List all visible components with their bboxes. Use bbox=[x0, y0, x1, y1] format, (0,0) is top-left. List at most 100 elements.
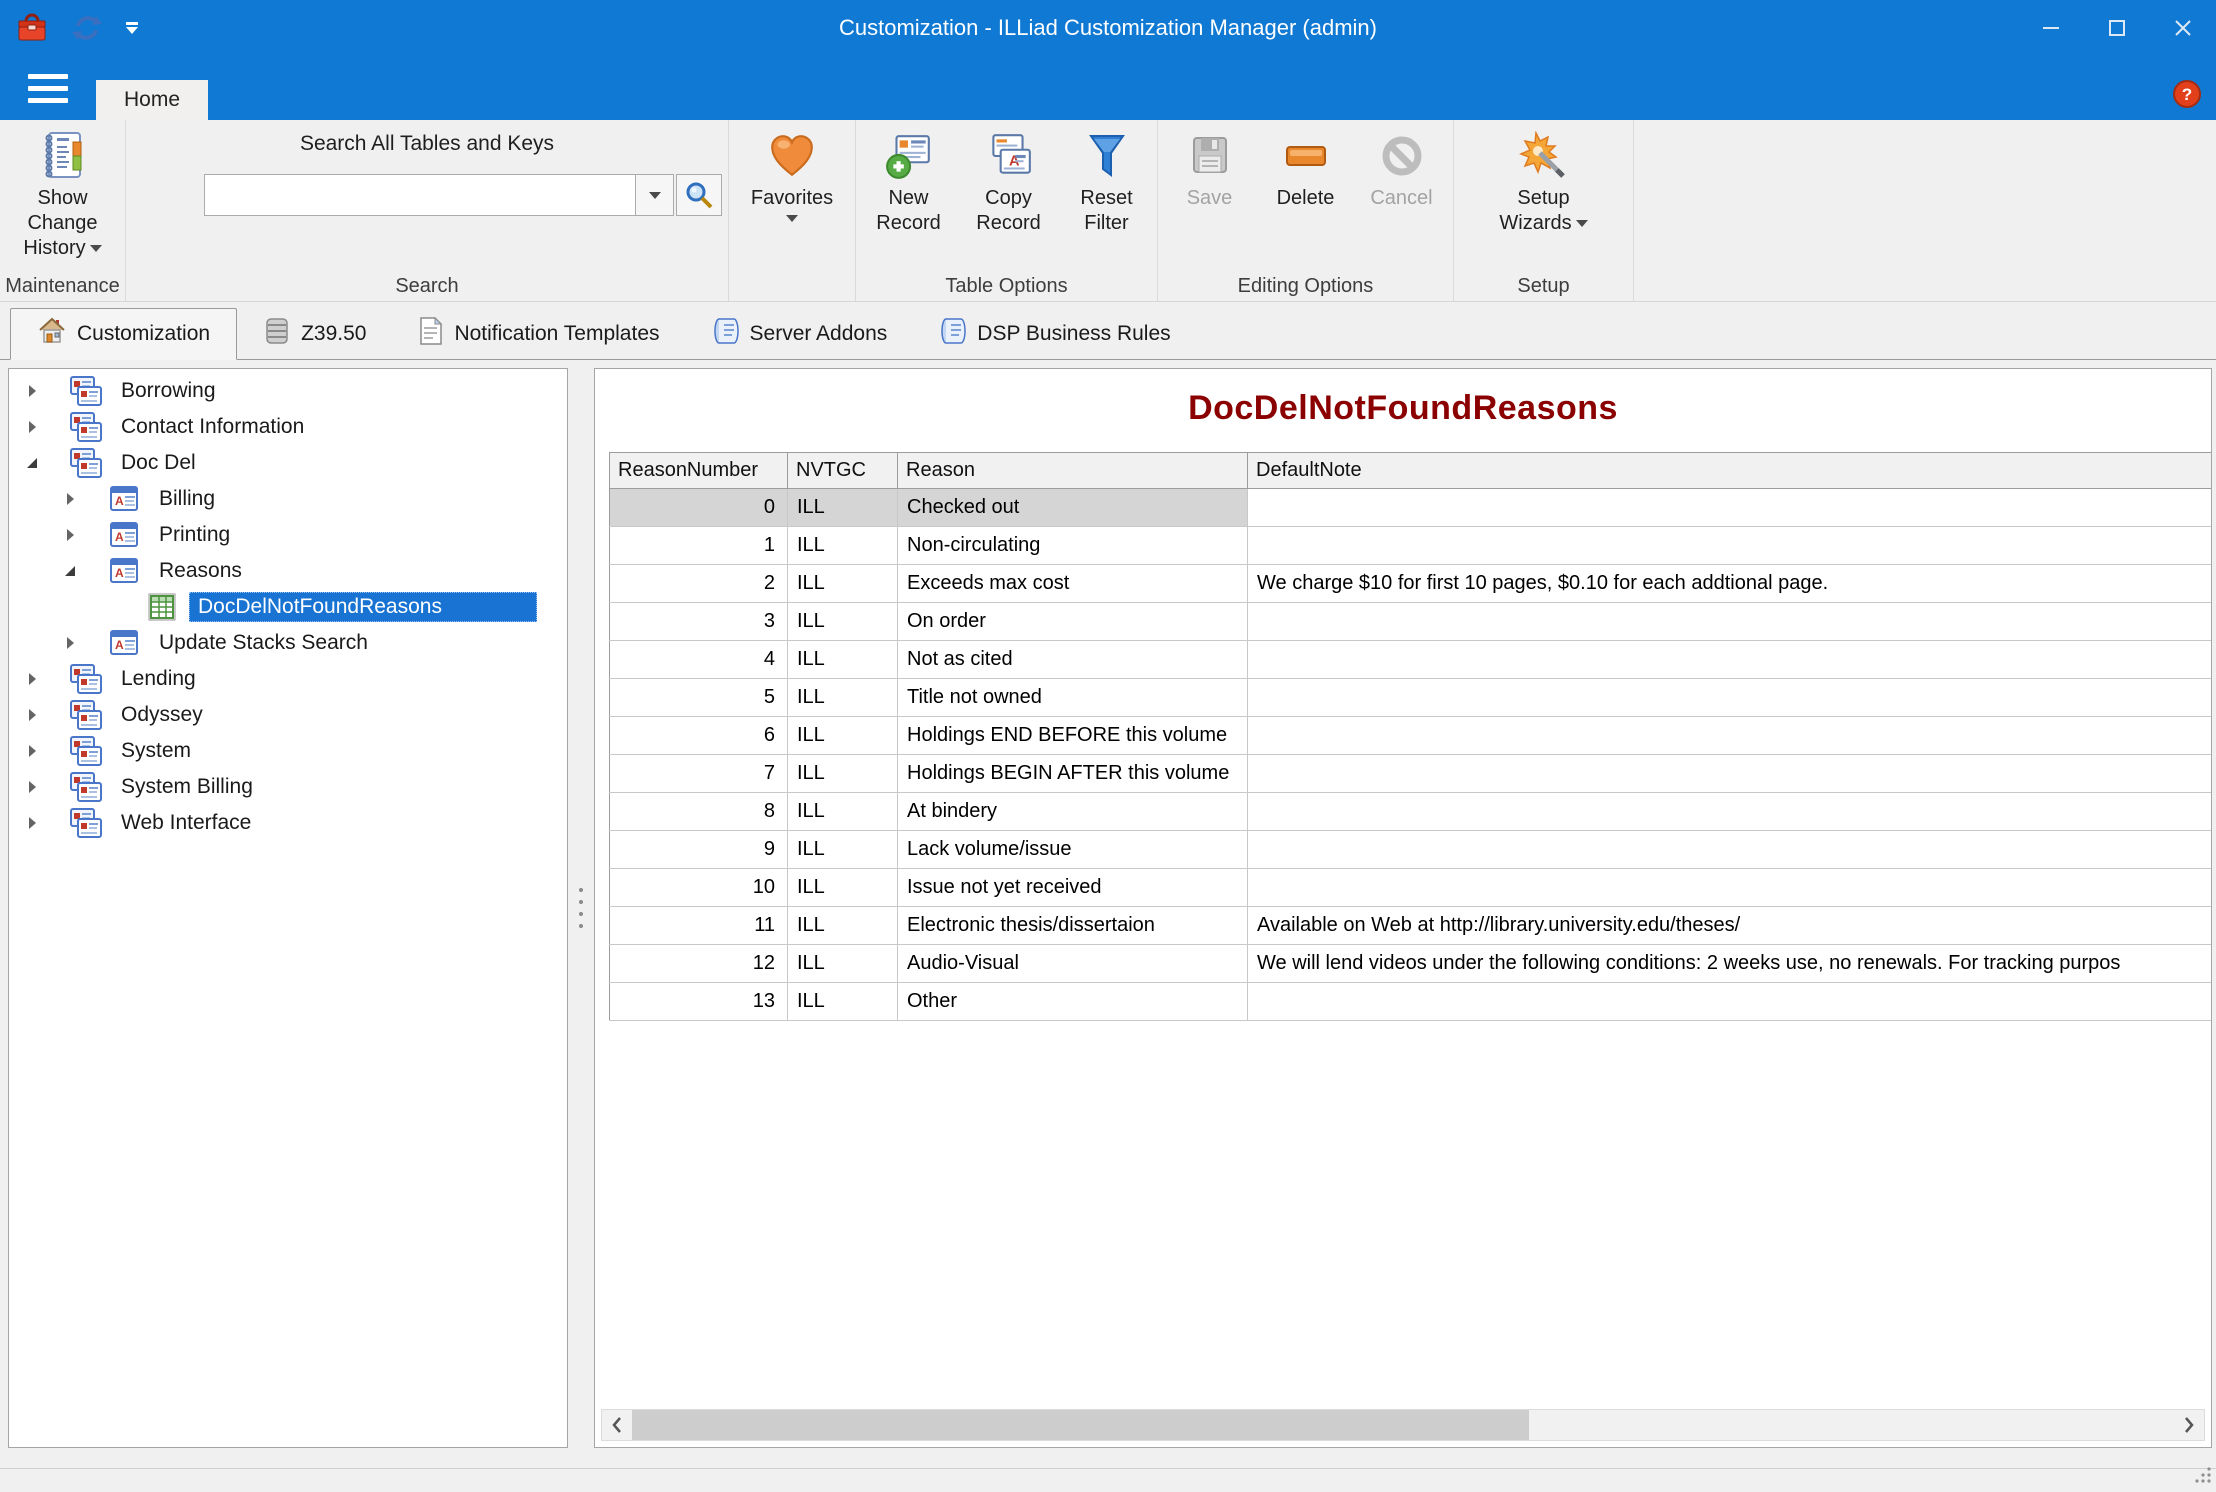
table-row[interactable]: 13ILLOther bbox=[610, 983, 2212, 1021]
tree-item-doc-del[interactable]: Doc Del bbox=[9, 445, 567, 481]
cell-reasonnumber[interactable]: 1 bbox=[610, 527, 788, 565]
cell-defaultnote[interactable] bbox=[1248, 831, 2212, 869]
collapsed-icon[interactable] bbox=[59, 524, 81, 546]
tab-home[interactable]: Home bbox=[96, 80, 208, 120]
cell-defaultnote[interactable] bbox=[1248, 717, 2212, 755]
tree-item-billing[interactable]: ABilling bbox=[9, 481, 567, 517]
cell-reasonnumber[interactable]: 4 bbox=[610, 641, 788, 679]
new-record-button[interactable]: New Record bbox=[859, 126, 959, 236]
cell-defaultnote[interactable] bbox=[1248, 755, 2212, 793]
menu-icon[interactable] bbox=[0, 56, 96, 120]
cell-reasonnumber[interactable]: 2 bbox=[610, 565, 788, 603]
collapsed-icon[interactable] bbox=[21, 740, 43, 762]
table-row[interactable]: 3ILLOn order bbox=[610, 603, 2212, 641]
cell-reason[interactable]: Audio-Visual bbox=[898, 945, 1248, 983]
search-dropdown-icon[interactable] bbox=[636, 174, 674, 216]
tree-item-system[interactable]: System bbox=[9, 733, 567, 769]
cell-reasonnumber[interactable]: 11 bbox=[610, 907, 788, 945]
cell-nvtgc[interactable]: ILL bbox=[788, 641, 898, 679]
cell-defaultnote[interactable] bbox=[1248, 793, 2212, 831]
tab-dsp-business-rules[interactable]: DSP Business Rules bbox=[913, 309, 1196, 359]
pane-splitter[interactable] bbox=[568, 368, 594, 1448]
cell-reasonnumber[interactable]: 5 bbox=[610, 679, 788, 717]
favorites-button[interactable]: Favorites bbox=[732, 126, 852, 222]
cell-defaultnote[interactable] bbox=[1248, 641, 2212, 679]
tree-item-contact-information[interactable]: Contact Information bbox=[9, 409, 567, 445]
cell-defaultnote[interactable] bbox=[1248, 603, 2212, 641]
cell-reason[interactable]: Not as cited bbox=[898, 641, 1248, 679]
cell-defaultnote[interactable]: We will lend videos under the following … bbox=[1248, 945, 2212, 983]
cell-nvtgc[interactable]: ILL bbox=[788, 527, 898, 565]
tree-item-borrowing[interactable]: Borrowing bbox=[9, 373, 567, 409]
cell-nvtgc[interactable]: ILL bbox=[788, 565, 898, 603]
cell-reasonnumber[interactable]: 7 bbox=[610, 755, 788, 793]
cell-reasonnumber[interactable]: 8 bbox=[610, 793, 788, 831]
table-row[interactable]: 6ILLHoldings END BEFORE this volume bbox=[610, 717, 2212, 755]
resize-grip-icon[interactable] bbox=[2194, 1466, 2212, 1489]
tab-notification-templates[interactable]: Notification Templates bbox=[392, 309, 685, 359]
collapsed-icon[interactable] bbox=[21, 812, 43, 834]
cell-defaultnote[interactable] bbox=[1248, 679, 2212, 717]
cell-nvtgc[interactable]: ILL bbox=[788, 945, 898, 983]
table-row[interactable]: 9ILLLack volume/issue bbox=[610, 831, 2212, 869]
column-header-reasonnumber[interactable]: ReasonNumber bbox=[610, 453, 788, 489]
cell-reason[interactable]: Other bbox=[898, 983, 1248, 1021]
setup-wizards-button[interactable]: Setup Wizards bbox=[1479, 126, 1609, 236]
tree-item-update-stacks-search[interactable]: AUpdate Stacks Search bbox=[9, 625, 567, 661]
cell-reason[interactable]: Checked out bbox=[898, 489, 1248, 527]
cell-nvtgc[interactable]: ILL bbox=[788, 793, 898, 831]
reset-filter-button[interactable]: Reset Filter bbox=[1059, 126, 1155, 236]
table-row[interactable]: 10ILLIssue not yet received bbox=[610, 869, 2212, 907]
cell-nvtgc[interactable]: ILL bbox=[788, 831, 898, 869]
column-header-reason[interactable]: Reason bbox=[898, 453, 1248, 489]
cell-reasonnumber[interactable]: 6 bbox=[610, 717, 788, 755]
table-row[interactable]: 2ILLExceeds max costWe charge $10 for fi… bbox=[610, 565, 2212, 603]
cell-defaultnote[interactable]: Available on Web at http://library.unive… bbox=[1248, 907, 2212, 945]
tab-server-addons[interactable]: Server Addons bbox=[686, 309, 914, 359]
search-input[interactable] bbox=[204, 174, 636, 216]
cell-reasonnumber[interactable]: 12 bbox=[610, 945, 788, 983]
cell-reason[interactable]: Electronic thesis/dissertaion bbox=[898, 907, 1248, 945]
expanded-icon[interactable] bbox=[21, 452, 43, 474]
collapsed-icon[interactable] bbox=[21, 380, 43, 402]
expanded-icon[interactable] bbox=[59, 560, 81, 582]
help-icon[interactable]: ? bbox=[2172, 79, 2202, 114]
cell-nvtgc[interactable]: ILL bbox=[788, 489, 898, 527]
collapsed-icon[interactable] bbox=[21, 704, 43, 726]
collapsed-icon[interactable] bbox=[21, 668, 43, 690]
cell-defaultnote[interactable] bbox=[1248, 983, 2212, 1021]
table-row[interactable]: 7ILLHoldings BEGIN AFTER this volume bbox=[610, 755, 2212, 793]
delete-button[interactable]: Delete bbox=[1258, 126, 1354, 211]
cell-reason[interactable]: Holdings BEGIN AFTER this volume bbox=[898, 755, 1248, 793]
cell-reasonnumber[interactable]: 3 bbox=[610, 603, 788, 641]
column-header-nvtgc[interactable]: NVTGC bbox=[788, 453, 898, 489]
scroll-left-icon[interactable] bbox=[602, 1410, 632, 1440]
cell-nvtgc[interactable]: ILL bbox=[788, 907, 898, 945]
tree-item-reasons[interactable]: AReasons bbox=[9, 553, 567, 589]
cell-reason[interactable]: Exceeds max cost bbox=[898, 565, 1248, 603]
collapsed-icon[interactable] bbox=[21, 416, 43, 438]
cell-defaultnote[interactable] bbox=[1248, 527, 2212, 565]
table-row[interactable]: 4ILLNot as cited bbox=[610, 641, 2212, 679]
cell-defaultnote[interactable] bbox=[1248, 869, 2212, 907]
column-header-defaultnote[interactable]: DefaultNote bbox=[1248, 453, 2212, 489]
table-row[interactable]: 5ILLTitle not owned bbox=[610, 679, 2212, 717]
cell-reason[interactable]: Holdings END BEFORE this volume bbox=[898, 717, 1248, 755]
table-row[interactable]: 11ILLElectronic thesis/dissertaionAvaila… bbox=[610, 907, 2212, 945]
horizontal-scrollbar[interactable] bbox=[601, 1409, 2205, 1441]
cell-nvtgc[interactable]: ILL bbox=[788, 717, 898, 755]
tree-item-odyssey[interactable]: Odyssey bbox=[9, 697, 567, 733]
cell-nvtgc[interactable]: ILL bbox=[788, 983, 898, 1021]
cell-reason[interactable]: Non-circulating bbox=[898, 527, 1248, 565]
tree-item-system-billing[interactable]: System Billing bbox=[9, 769, 567, 805]
cell-nvtgc[interactable]: ILL bbox=[788, 869, 898, 907]
tree-item-lending[interactable]: Lending bbox=[9, 661, 567, 697]
tree-item-printing[interactable]: APrinting bbox=[9, 517, 567, 553]
cell-reasonnumber[interactable]: 0 bbox=[610, 489, 788, 527]
cell-defaultnote[interactable] bbox=[1248, 489, 2212, 527]
tree-item-web-interface[interactable]: Web Interface bbox=[9, 805, 567, 841]
collapsed-icon[interactable] bbox=[59, 632, 81, 654]
table-row[interactable]: 12ILLAudio-VisualWe will lend videos und… bbox=[610, 945, 2212, 983]
cell-reason[interactable]: At bindery bbox=[898, 793, 1248, 831]
cell-reasonnumber[interactable]: 10 bbox=[610, 869, 788, 907]
